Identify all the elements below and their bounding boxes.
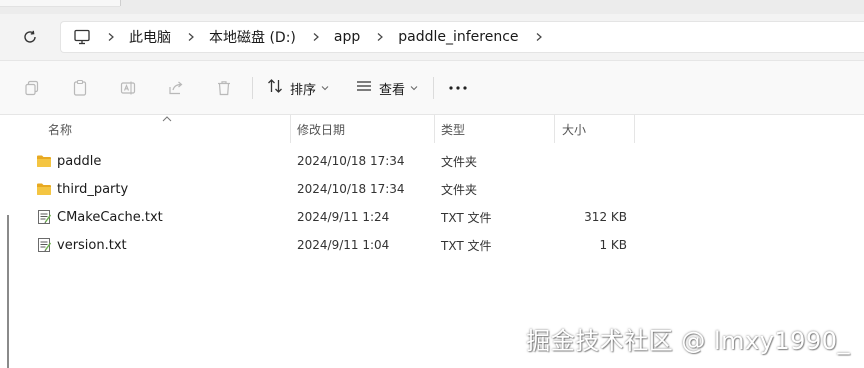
file-modified: 2024/9/11 1:24	[297, 210, 390, 224]
copy-icon[interactable]	[21, 77, 43, 99]
text-file-icon	[38, 210, 51, 224]
file-list: 名称 修改日期 类型 大小 paddle 2024/10/18 17:34 文件…	[0, 115, 864, 368]
file-name: CMakeCache.txt	[57, 209, 163, 225]
toolbar-divider	[252, 77, 253, 99]
chevron-right-icon[interactable]	[368, 32, 392, 42]
column-divider[interactable]	[554, 115, 555, 143]
file-row[interactable]: third_party 2024/10/18 17:34 文件夹	[0, 175, 864, 203]
file-type: 文件夹	[441, 182, 478, 197]
delete-icon[interactable]	[213, 77, 235, 99]
share-icon[interactable]	[165, 77, 187, 99]
breadcrumb-app[interactable]: app	[334, 29, 360, 45]
chevron-down-icon	[410, 85, 418, 91]
chevron-right-icon[interactable]	[304, 32, 328, 42]
column-header-name[interactable]: 名称	[48, 115, 72, 143]
file-type: TXT 文件	[441, 210, 492, 225]
paste-icon[interactable]	[69, 77, 91, 99]
breadcrumb-local-disk[interactable]: 本地磁盘 (D:)	[209, 27, 296, 47]
file-size	[556, 175, 627, 203]
tab-edge[interactable]	[0, 0, 120, 7]
chevron-down-icon	[321, 85, 329, 91]
command-bar: 排序 查看	[0, 60, 864, 115]
column-header-type[interactable]: 类型	[441, 115, 465, 143]
rename-icon[interactable]	[117, 77, 139, 99]
breadcrumb-this-pc[interactable]: 此电脑	[129, 27, 171, 47]
chevron-right-icon[interactable]	[527, 32, 551, 42]
watermark: 掘金技术社区 @ lmxy1990_	[526, 327, 850, 355]
chevron-right-icon[interactable]	[179, 32, 203, 42]
tab-strip	[0, 0, 864, 14]
file-type: TXT 文件	[441, 238, 492, 253]
text-file-icon	[38, 238, 51, 252]
view-button[interactable]: 查看	[355, 75, 418, 101]
view-label: 查看	[379, 82, 406, 98]
view-list-icon	[355, 77, 373, 99]
file-modified: 2024/9/11 1:04	[297, 238, 390, 252]
more-options-icon[interactable]	[446, 77, 470, 99]
file-name: version.txt	[57, 237, 127, 253]
column-divider[interactable]	[434, 115, 435, 143]
sort-label: 排序	[290, 82, 317, 98]
sort-icon	[266, 77, 284, 99]
file-modified: 2024/10/18 17:34	[297, 182, 405, 196]
file-size	[556, 147, 627, 175]
sort-ascending-icon	[162, 116, 172, 122]
column-divider[interactable]	[290, 115, 291, 143]
file-size: 312 KB	[584, 210, 627, 224]
toolbar-divider	[433, 77, 434, 99]
breadcrumb-paddle-inference[interactable]: paddle_inference	[398, 29, 518, 45]
file-row[interactable]: version.txt 2024/9/11 1:04 TXT 文件 1 KB	[0, 231, 864, 259]
tab-separator	[120, 0, 121, 6]
folder-icon	[37, 183, 51, 195]
column-divider[interactable]	[634, 115, 635, 143]
file-modified: 2024/10/18 17:34	[297, 154, 405, 168]
folder-icon	[37, 155, 51, 167]
refresh-icon	[24, 30, 36, 43]
file-type: 文件夹	[441, 154, 478, 169]
file-row[interactable]: CMakeCache.txt 2024/9/11 1:24 TXT 文件 312…	[0, 203, 864, 231]
chevron-right-icon[interactable]	[99, 32, 123, 42]
address-bar-row: 此电脑 本地磁盘 (D:) app paddle_inference	[0, 14, 864, 60]
column-header-size[interactable]: 大小	[562, 115, 586, 143]
file-name: third_party	[57, 181, 129, 197]
refresh-button[interactable]	[18, 25, 42, 49]
column-header-modified[interactable]: 修改日期	[297, 115, 345, 143]
this-pc-icon[interactable]	[73, 28, 91, 46]
file-size: 1 KB	[599, 238, 627, 252]
file-row[interactable]: paddle 2024/10/18 17:34 文件夹	[0, 147, 864, 175]
sort-button[interactable]: 排序	[266, 75, 329, 101]
address-box[interactable]: 此电脑 本地磁盘 (D:) app paddle_inference	[60, 21, 864, 53]
file-name: paddle	[57, 153, 102, 169]
